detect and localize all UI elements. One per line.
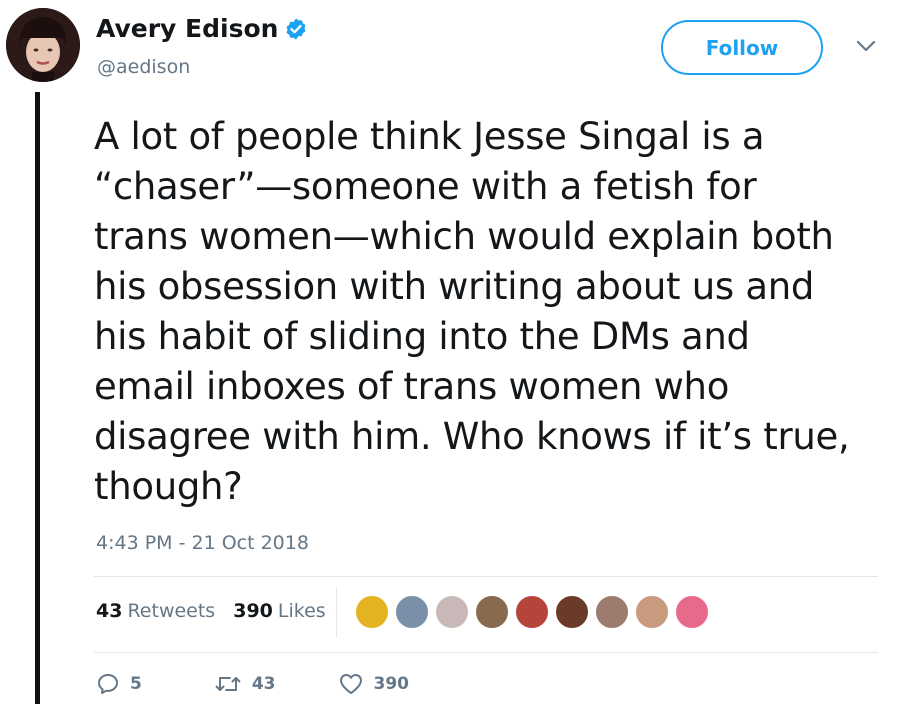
liker-avatar-7[interactable] bbox=[594, 594, 630, 630]
likes-count[interactable]: 390 bbox=[233, 600, 273, 622]
likers-avatars bbox=[354, 594, 714, 630]
retweet-button[interactable]: 43 bbox=[214, 672, 276, 696]
reply-count: 5 bbox=[130, 674, 142, 694]
like-button[interactable]: 390 bbox=[338, 672, 410, 696]
heart-icon bbox=[339, 674, 362, 694]
user-name-row: Avery Edison bbox=[96, 14, 308, 43]
retweet-icon bbox=[215, 677, 241, 691]
retweet-count: 43 bbox=[251, 674, 276, 694]
tweet-text: A lot of people think Jesse Singal is a … bbox=[94, 115, 850, 508]
divider bbox=[94, 576, 878, 577]
liker-avatar-9[interactable] bbox=[674, 594, 710, 630]
liker-avatar-1[interactable] bbox=[354, 594, 390, 630]
reply-button[interactable]: 5 bbox=[96, 672, 142, 696]
verified-badge-icon bbox=[286, 18, 306, 39]
liker-avatar-2[interactable] bbox=[394, 594, 430, 630]
thread-line bbox=[35, 92, 40, 704]
tweet-stats: 43 Retweets 390 Likes bbox=[96, 600, 326, 622]
tweet-timestamp[interactable]: 4:43 PM - 21 Oct 2018 bbox=[96, 532, 309, 554]
liker-avatar-6[interactable] bbox=[554, 594, 590, 630]
chevron-down-icon[interactable] bbox=[853, 36, 879, 56]
display-name[interactable]: Avery Edison bbox=[96, 14, 278, 43]
retweets-count[interactable]: 43 bbox=[96, 600, 122, 622]
liker-avatar-5[interactable] bbox=[514, 594, 550, 630]
liker-avatar-4[interactable] bbox=[474, 594, 510, 630]
tweet-actions: 5 43 390 bbox=[96, 672, 409, 696]
liker-avatar-3[interactable] bbox=[434, 594, 470, 630]
reply-icon bbox=[98, 674, 118, 694]
user-handle[interactable]: @aedison bbox=[97, 56, 190, 78]
like-count: 390 bbox=[373, 674, 410, 694]
liker-avatar-8[interactable] bbox=[634, 594, 670, 630]
avatar[interactable] bbox=[6, 8, 80, 82]
retweets-label[interactable]: Retweets bbox=[127, 600, 215, 622]
stats-separator bbox=[336, 588, 337, 638]
follow-button[interactable]: Follow bbox=[661, 20, 823, 75]
likes-label[interactable]: Likes bbox=[278, 600, 326, 622]
divider bbox=[94, 652, 878, 653]
